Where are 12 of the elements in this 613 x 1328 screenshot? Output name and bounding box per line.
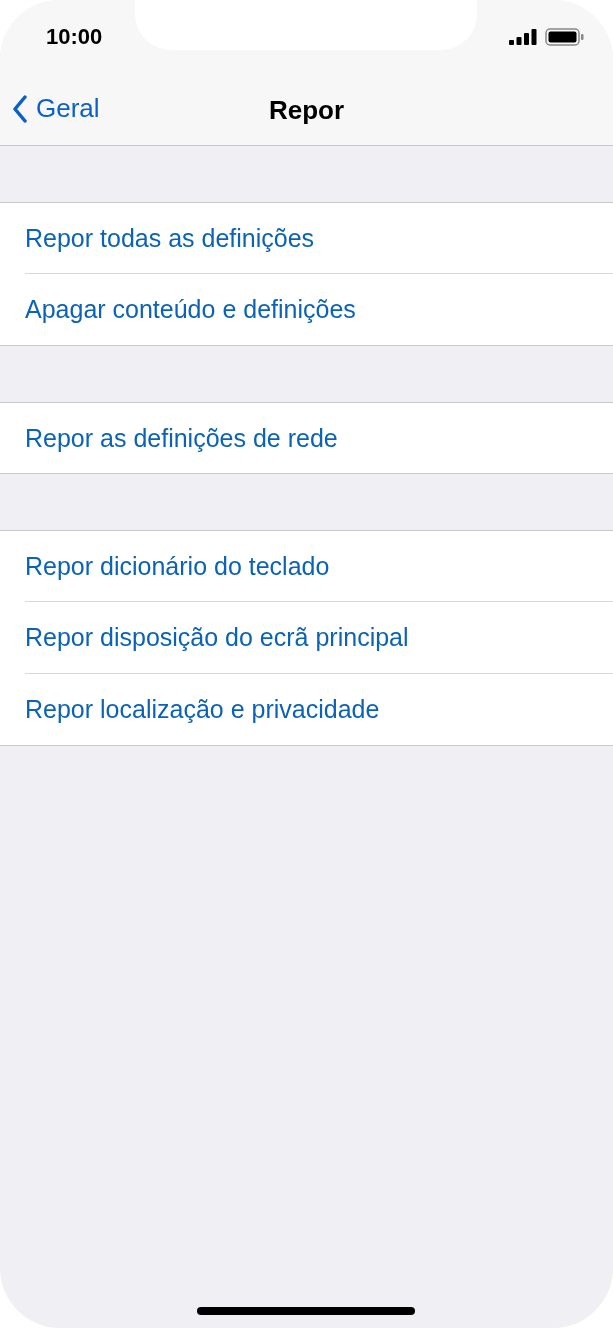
battery-icon [545, 27, 585, 46]
chevron-left-icon [12, 94, 28, 123]
back-button[interactable]: Geral [12, 93, 100, 124]
settings-row[interactable]: Repor localização e privacidade [25, 673, 613, 745]
settings-row[interactable]: Repor disposição do ecrã principal [25, 601, 613, 673]
page-title: Repor [268, 94, 345, 126]
settings-row[interactable]: Repor todas as definições [25, 203, 613, 273]
status-time: 10:00 [46, 23, 103, 50]
settings-row[interactable]: Repor dicionário do teclado [25, 531, 613, 601]
back-label: Geral [36, 93, 100, 124]
settings-row[interactable]: Apagar conteúdo e definições [25, 273, 613, 345]
signal-icon [509, 28, 537, 45]
